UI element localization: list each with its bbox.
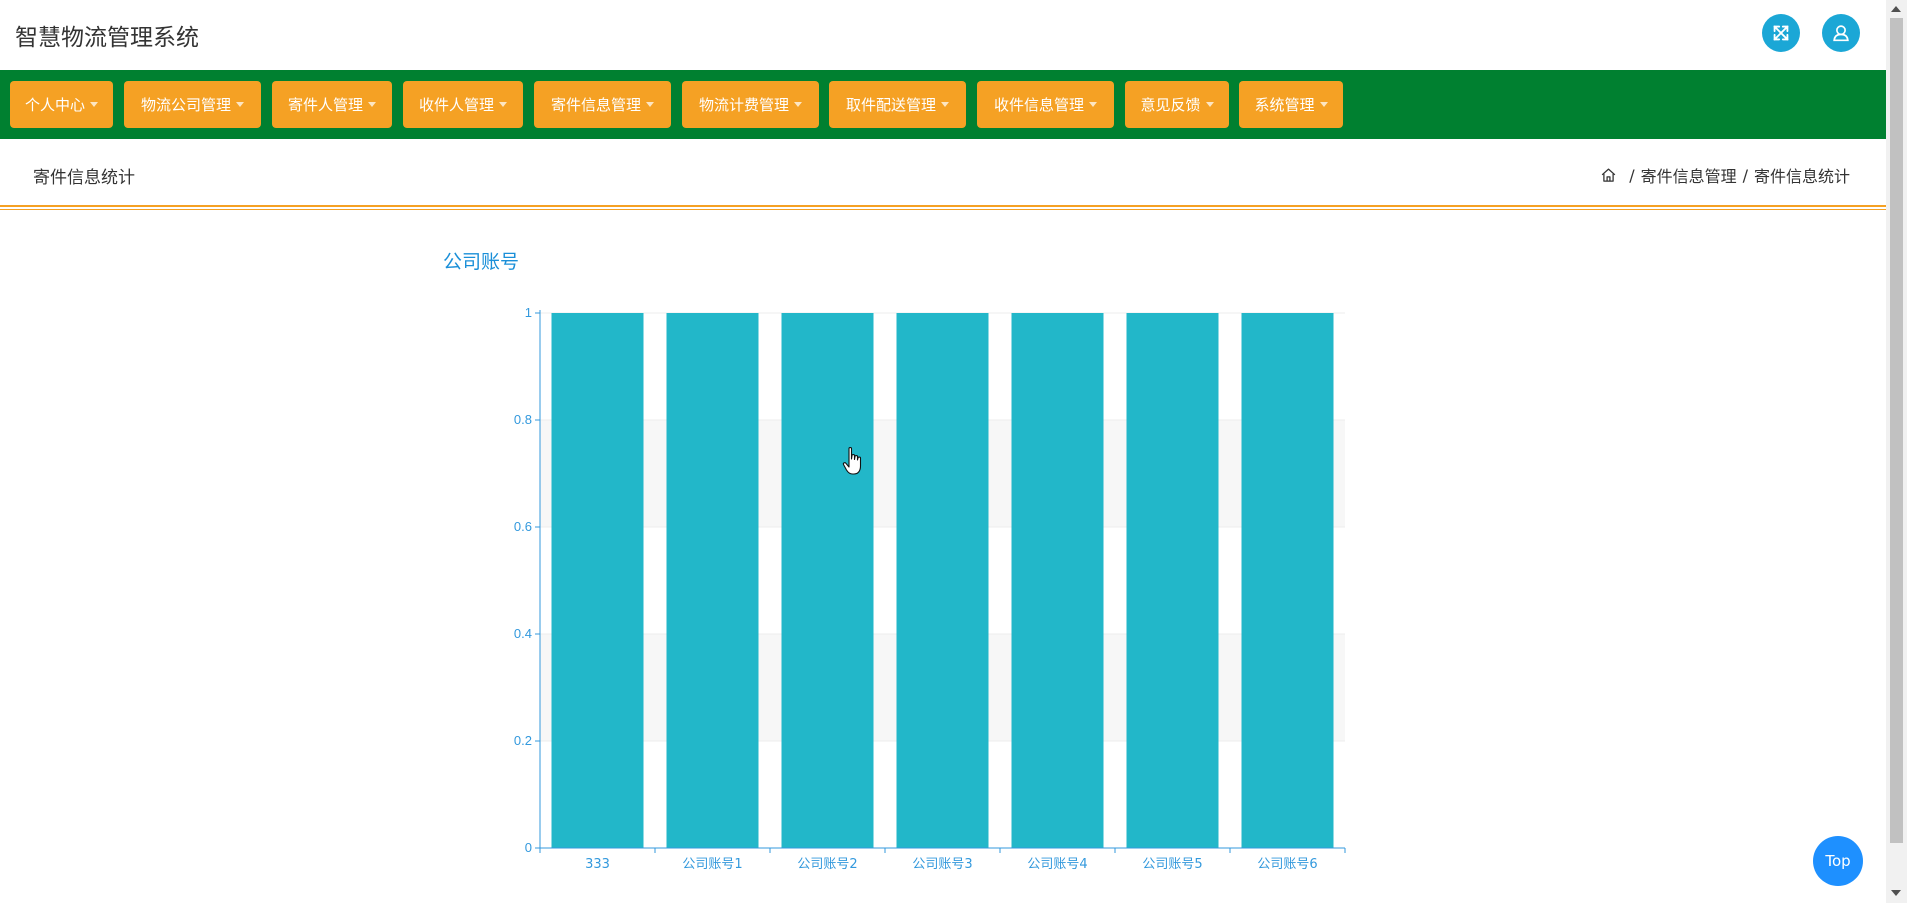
caret-down-icon (499, 102, 507, 107)
header-divider (0, 205, 1886, 207)
breadcrumb-separator: / (1629, 165, 1635, 185)
chart-title: 公司账号 (443, 251, 520, 273)
caret-down-icon (646, 102, 654, 107)
hand-cursor-icon (842, 446, 862, 475)
user-icon (1833, 25, 1849, 42)
x-tick-label: 公司账号6 (1257, 857, 1317, 872)
caret-down-icon (368, 102, 376, 107)
nav-item-logistics-company[interactable]: 物流公司管理 (124, 81, 261, 128)
caret-down-icon (941, 102, 949, 107)
y-tick-label: 1 (525, 305, 532, 320)
nav-item-recipient[interactable]: 收件人管理 (403, 81, 523, 128)
nav-item-label: 收件信息管理 (993, 96, 1084, 114)
bar-5 (1126, 313, 1219, 848)
x-tick-label: 公司账号3 (912, 857, 972, 872)
nav-item-label: 系统管理 (1254, 96, 1315, 114)
nav-item-label: 意见反馈 (1140, 96, 1201, 114)
x-tick-label: 333 (585, 857, 610, 872)
bar-4 (1011, 313, 1104, 848)
y-tick-label: 0.8 (514, 412, 532, 427)
page-title: 寄件信息统计 (33, 168, 135, 188)
scrollbar-thumb[interactable] (1890, 18, 1903, 843)
breadcrumb: / 寄件信息管理 / 寄件信息统计 (1600, 163, 1850, 187)
caret-down-icon (1319, 102, 1328, 107)
caret-down-icon (1205, 102, 1214, 107)
nav-item-label: 个人中心 (24, 96, 85, 114)
nav-item-feedback[interactable]: 意见反馈 (1125, 81, 1229, 128)
fullscreen-button[interactable] (1762, 14, 1800, 52)
expand-icon (1773, 25, 1789, 41)
home-icon[interactable] (1600, 167, 1617, 184)
nav-item-sender[interactable]: 寄件人管理 (272, 81, 392, 128)
main-nav: 个人中心 物流公司管理 寄件人管理 收件人管理 寄件信息管理 物流计费管理 取件… (0, 70, 1886, 139)
breadcrumb-item-current: 寄件信息统计 (1753, 167, 1850, 186)
x-tick-label: 公司账号2 (797, 857, 857, 872)
back-to-top-button[interactable]: Top (1813, 836, 1863, 886)
breadcrumb-item-shipment-info[interactable]: 寄件信息管理 (1641, 163, 1737, 187)
nav-item-label: 取件配送管理 (845, 96, 936, 114)
user-button[interactable] (1822, 14, 1860, 52)
caret-down-icon (1089, 102, 1097, 107)
nav-item-personal-center[interactable]: 个人中心 (10, 81, 113, 128)
nav-item-system[interactable]: 系统管理 (1239, 81, 1343, 128)
caret-down-icon (90, 102, 98, 107)
scroll-up-arrow-icon[interactable] (1891, 6, 1901, 12)
bar-1 (666, 313, 759, 848)
bar-6 (1241, 313, 1334, 848)
bar-2 (781, 313, 874, 848)
bar-0 (551, 313, 644, 848)
caret-down-icon (236, 102, 244, 107)
nav-item-pickup-delivery[interactable]: 取件配送管理 (829, 81, 966, 128)
y-tick-label: 0.2 (514, 733, 532, 748)
bar-chart: 0 0.2 0.4 0.6 0.8 1 333 公司账号1 公司账号2 公司账号3 公司账号4 公司账… (514, 305, 1346, 872)
app-title: 智慧物流管理系统 (15, 25, 199, 51)
nav-item-label: 物流计费管理 (698, 96, 789, 114)
nav-item-shipment-info[interactable]: 寄件信息管理 (534, 81, 671, 128)
x-tick-label: 公司账号1 (682, 857, 742, 872)
page-header: 寄件信息统计 / 寄件信息管理 / 寄件信息统计 (0, 139, 1886, 205)
top-header: 智慧物流管理系统 (0, 0, 1886, 70)
nav-item-label: 寄件人管理 (287, 96, 363, 114)
caret-down-icon (794, 102, 802, 107)
nav-item-label: 物流公司管理 (140, 96, 231, 114)
y-tick-label: 0 (525, 840, 532, 855)
nav-item-label: 收件人管理 (418, 96, 494, 114)
bar-3 (896, 313, 989, 848)
scroll-down-arrow-icon[interactable] (1891, 890, 1901, 896)
nav-item-billing[interactable]: 物流计费管理 (682, 81, 819, 128)
vertical-scrollbar[interactable] (1886, 0, 1907, 903)
breadcrumb-separator: / (1742, 165, 1748, 185)
x-tick-label: 公司账号5 (1142, 857, 1202, 872)
y-tick-label: 0.6 (514, 519, 532, 534)
nav-item-receipt-info[interactable]: 收件信息管理 (977, 81, 1114, 128)
nav-item-label: 寄件信息管理 (550, 96, 641, 114)
header-divider-thin (0, 209, 1886, 210)
y-tick-label: 0.4 (514, 626, 532, 641)
x-tick-label: 公司账号4 (1027, 857, 1087, 872)
